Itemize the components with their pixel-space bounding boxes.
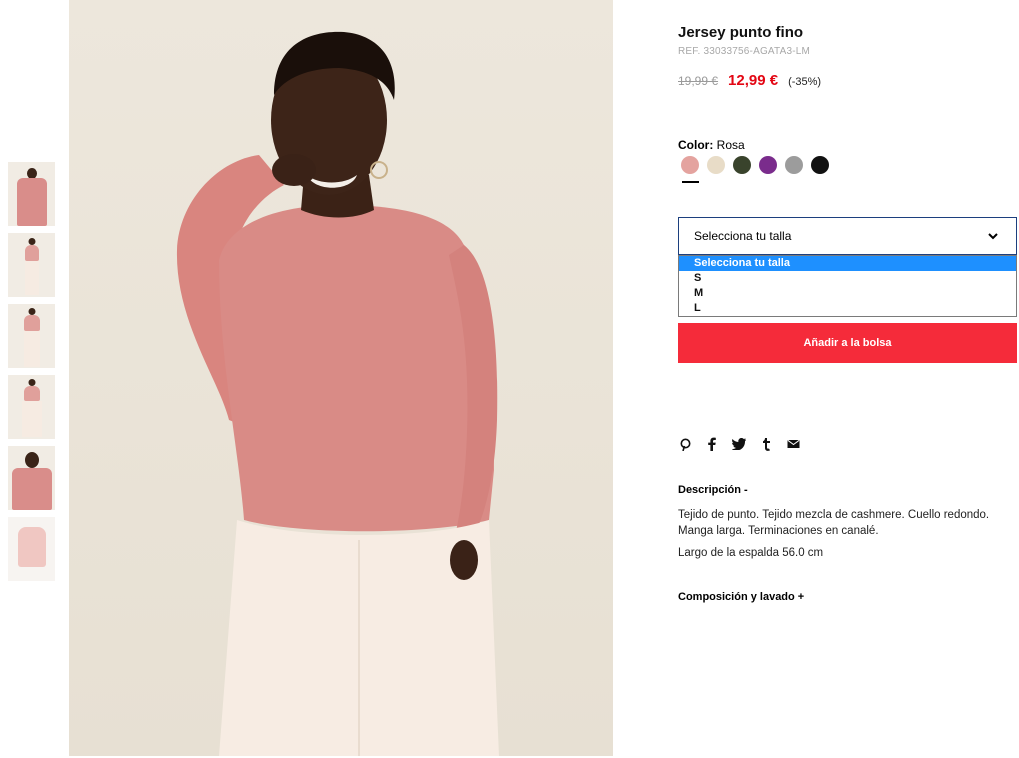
size-option-placeholder[interactable]: Selecciona tu talla: [679, 256, 1016, 271]
swatch-morado[interactable]: [759, 156, 777, 174]
chevron-down-icon: [988, 233, 998, 240]
size-select[interactable]: Selecciona tu talla: [678, 217, 1017, 255]
size-select-label: Selecciona tu talla: [694, 229, 792, 243]
facebook-icon[interactable]: [705, 437, 719, 451]
price-row: 19,99 € 12,99 € (-35%): [678, 72, 821, 89]
email-icon[interactable]: [786, 437, 800, 451]
color-label: Color: Rosa: [678, 138, 745, 152]
model-illustration: [176, 31, 499, 756]
size-dropdown-list: Selecciona tu talla S M L: [678, 255, 1017, 317]
product-main-image: [69, 0, 613, 756]
swatch-verde[interactable]: [733, 156, 751, 174]
discount-badge: (-35%): [788, 76, 822, 88]
add-to-bag-button[interactable]: Añadir a la bolsa: [678, 323, 1017, 363]
product-title: Jersey punto fino: [678, 24, 804, 41]
color-swatches: [681, 156, 837, 174]
share-icons: [678, 437, 813, 451]
thumbnail-list: [8, 162, 55, 588]
twitter-icon[interactable]: [732, 437, 746, 451]
thumbnail-5[interactable]: [8, 446, 55, 510]
size-option-l[interactable]: L: [679, 301, 1016, 316]
description-length: Largo de la espalda 56.0 cm: [678, 547, 824, 559]
product-reference: REF. 33033756-AGATA3-LM: [678, 46, 811, 57]
thumbnail-3[interactable]: [8, 304, 55, 368]
color-label-title: Color:: [678, 138, 714, 152]
swatch-gris[interactable]: [785, 156, 803, 174]
selected-swatch-indicator: [682, 181, 699, 183]
old-price: 19,99 €: [678, 74, 719, 88]
description-text: Tejido de punto. Tejido mezcla de cashme…: [678, 509, 990, 537]
pinterest-icon[interactable]: [678, 437, 692, 451]
thumbnail-6[interactable]: [8, 517, 55, 581]
description-toggle[interactable]: Descripción -: [678, 484, 748, 496]
sale-price: 12,99 €: [728, 72, 779, 89]
size-option-s[interactable]: S: [679, 271, 1016, 286]
swatch-negro[interactable]: [811, 156, 829, 174]
tumblr-icon[interactable]: [759, 437, 773, 451]
composition-toggle[interactable]: Composición y lavado +: [678, 591, 804, 603]
thumbnail-2[interactable]: [8, 233, 55, 297]
color-selected-name: Rosa: [716, 138, 745, 152]
swatch-rosa[interactable]: [681, 156, 699, 174]
size-option-m[interactable]: M: [679, 286, 1016, 301]
thumbnail-1[interactable]: [8, 162, 55, 226]
thumbnail-4[interactable]: [8, 375, 55, 439]
swatch-beige[interactable]: [707, 156, 725, 174]
